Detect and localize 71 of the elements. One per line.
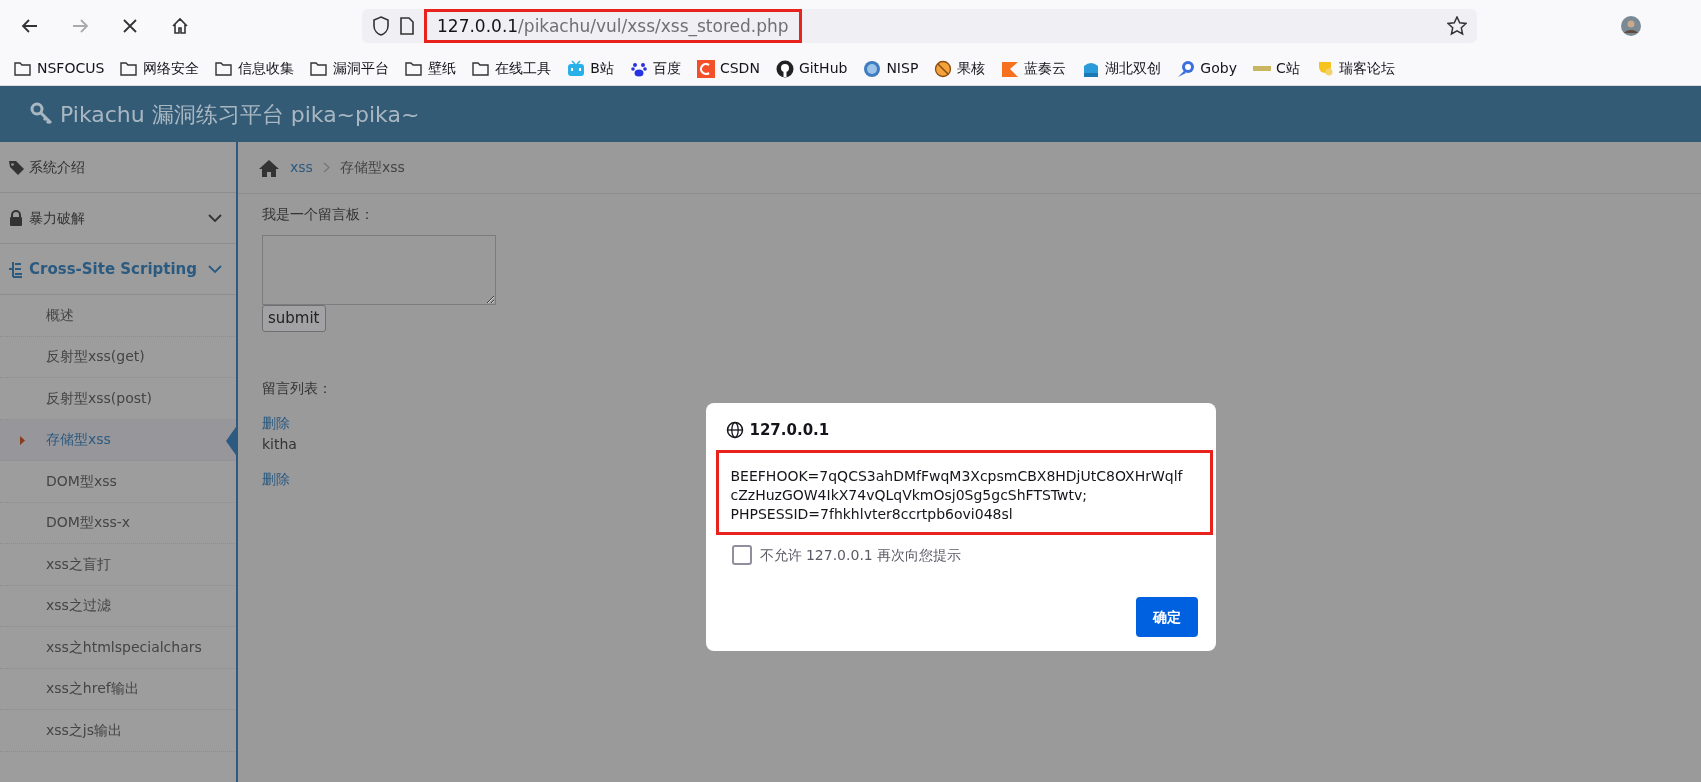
bookmark[interactable]: CSDN	[696, 58, 760, 79]
bookmark[interactable]: NSFOCUS	[14, 58, 105, 79]
tag-icon	[8, 158, 25, 176]
forward-arrow-icon	[71, 17, 89, 35]
submit-button[interactable]: submit	[262, 305, 326, 332]
bookmark[interactable]: 在线工具	[472, 58, 552, 79]
sidebar-subitem[interactable]: xss之htmlspecialchars	[0, 627, 236, 669]
bookmark[interactable]: 漏洞平台	[310, 58, 390, 79]
form-label: 我是一个留言板：	[262, 205, 375, 224]
checkbox-label: 不允许 127.0.0.1 再次向您提示	[759, 545, 962, 565]
bookmark[interactable]: 瑞客论坛	[1315, 58, 1395, 79]
folder-icon	[120, 59, 139, 78]
bookmark[interactable]: 蓝奏云	[1001, 58, 1067, 79]
key-icon	[30, 102, 54, 126]
logo-icon	[696, 59, 715, 78]
sidebar-subitem[interactable]: DOM型xss-x	[0, 502, 236, 544]
folder-icon	[405, 59, 424, 78]
folder-icon	[472, 59, 491, 78]
bookmark[interactable]: 壁纸	[405, 58, 457, 79]
close-icon	[122, 18, 138, 34]
avatar-icon[interactable]	[1621, 16, 1641, 36]
folder-icon	[215, 59, 234, 78]
sidebar-subitem[interactable]: xss之过滤	[0, 585, 236, 627]
page-icon	[400, 17, 414, 35]
sidebar-item[interactable]: 系统介绍	[0, 142, 236, 193]
globe-icon	[725, 421, 744, 440]
folder-icon	[14, 59, 32, 78]
tv-icon	[567, 59, 586, 78]
bookmark[interactable]: 湖北双创	[1082, 58, 1162, 79]
bookmark[interactable]: NISP	[863, 58, 919, 79]
shield-icon	[372, 16, 390, 36]
url-text: 127.0.0.1/pikachu/vul/xss/xss_stored.php	[424, 9, 802, 43]
list-heading: 留言列表：	[262, 378, 333, 398]
bookmark[interactable]: C站	[1252, 58, 1300, 79]
breadcrumb-current: 存储型xss	[339, 158, 405, 177]
folder-icon	[310, 59, 329, 78]
site-title: Pikachu 漏洞练习平台 pika~pika~	[60, 100, 420, 129]
sidebar-item[interactable]: 暴力破解	[0, 193, 236, 244]
sidebar-subitem[interactable]: xss之href输出	[0, 668, 236, 710]
checkbox[interactable]	[731, 545, 752, 565]
message-text: kitha	[262, 434, 298, 454]
ticket-icon	[1252, 66, 1271, 71]
bookmark[interactable]: 果核	[934, 58, 986, 79]
caret-right-icon	[20, 435, 25, 445]
sidebar-subitem[interactable]: DOM型xss	[0, 461, 236, 503]
bookmark[interactable]: B站	[567, 58, 614, 79]
lock-icon	[8, 209, 25, 227]
sidebar-subitem[interactable]: 反射型xss(post)	[0, 378, 236, 420]
bookmark[interactable]: 百度	[629, 58, 681, 79]
seal-icon	[863, 59, 882, 78]
sidebar-subitem[interactable]: 概述	[0, 295, 236, 337]
home-icon	[171, 17, 189, 35]
bookmark[interactable]: GitHub	[775, 58, 848, 79]
address-bar[interactable]: 127.0.0.1/pikachu/vul/xss/xss_stored.php	[362, 9, 1477, 43]
prohibition-icon	[934, 59, 953, 78]
bookmark[interactable]: 网络安全	[120, 58, 200, 79]
ok-button[interactable]: 确定	[1135, 597, 1198, 637]
chevron-right-icon	[322, 162, 330, 173]
sidebar-subitem[interactable]: 反射型xss(get)	[0, 336, 236, 378]
back-arrow-icon	[21, 17, 39, 35]
dialog-message: BEEFHOOK=7qQCS3ahDMfFwqM3XcpsmCBX8HDjUtC8OXHrWqlfcZzHuzGOW4IkX74vQLqVkmOsj0Sg5gcShFTSTwtv; PHPSESSID=7fhkhlvter8ccrtpb6ovi048sl	[715, 449, 1213, 535]
sidebar-subitem[interactable]: xss之盲打	[0, 544, 236, 586]
dialog-title: 127.0.0.1	[749, 420, 830, 441]
tree-icon	[8, 260, 25, 278]
bookmark[interactable]: Goby	[1177, 58, 1237, 79]
message-field[interactable]	[262, 235, 496, 305]
home-icon	[258, 158, 280, 177]
star-icon[interactable]	[1447, 16, 1467, 36]
bookmark[interactable]: 信息收集	[215, 58, 295, 79]
sidebar-subitem[interactable]: xss之js输出	[0, 710, 236, 752]
flag-icon	[1001, 59, 1020, 78]
